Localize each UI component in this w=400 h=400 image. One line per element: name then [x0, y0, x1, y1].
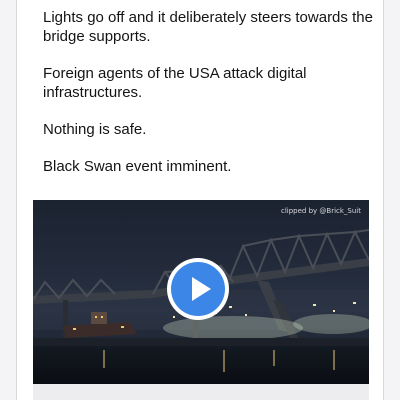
- play-button[interactable]: [167, 258, 229, 320]
- page: Lights go off and it deliberately steers…: [0, 0, 400, 400]
- post-text: Lights go off and it deliberately steers…: [43, 8, 373, 194]
- video-watermark: clipped by @Brick_Suit: [280, 207, 361, 215]
- post-paragraph: Foreign agents of the USA attack digital…: [43, 65, 307, 101]
- post-paragraph: Nothing is safe.: [43, 121, 147, 138]
- video-footer-bar: [33, 384, 369, 400]
- play-icon: [192, 277, 211, 301]
- post-paragraph: Black Swan event imminent.: [43, 158, 232, 175]
- post-paragraph: Lights go off and it deliberately steers…: [43, 9, 373, 45]
- post-card: Lights go off and it deliberately steers…: [16, 0, 384, 400]
- play-button-circle: [171, 262, 225, 316]
- video-player[interactable]: clipped by @Brick_Suit: [33, 200, 369, 384]
